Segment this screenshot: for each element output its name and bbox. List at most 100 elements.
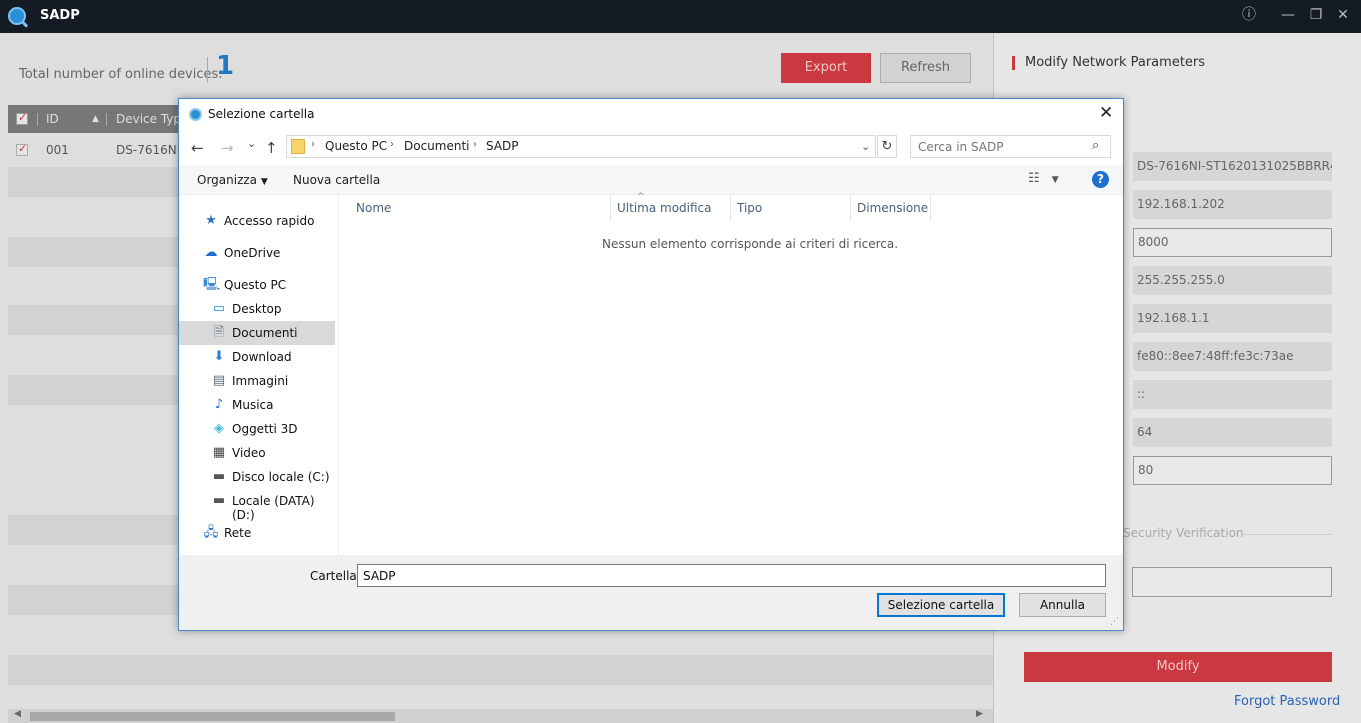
folder-name-input[interactable] xyxy=(357,564,1106,587)
port-field[interactable]: 8000 xyxy=(1133,228,1332,257)
ip-address-field: 192.168.1.202 xyxy=(1133,190,1332,219)
search-input[interactable] xyxy=(911,136,1086,157)
search-icon[interactable]: ⌕ xyxy=(1092,138,1099,153)
sidebar-item-label: Disco locale (C:) xyxy=(232,470,330,484)
cube-icon: ◈ xyxy=(214,421,224,436)
ipv6-prefix-field: 64 xyxy=(1133,418,1332,447)
chevron-down-icon: ▼ xyxy=(260,177,268,187)
close-icon[interactable]: ✕ xyxy=(1334,6,1352,24)
column-divider[interactable] xyxy=(930,195,931,221)
column-divider xyxy=(106,113,107,126)
column-header-device-type[interactable]: Device Typ xyxy=(116,112,181,126)
admin-password-input[interactable] xyxy=(1132,567,1332,597)
sidebar-item-oggetti-3d[interactable]: ◈ Oggetti 3D xyxy=(179,417,335,441)
sidebar-item-label: Rete xyxy=(224,526,252,540)
breadcrumb-documenti[interactable]: Documenti xyxy=(404,139,470,153)
dialog-title-bar: Selezione cartella ✕ xyxy=(179,99,1123,129)
address-bar[interactable]: › Questo PC › Documenti › SADP ⌄ xyxy=(286,135,876,158)
sidebar-item-accesso-rapido[interactable]: ★ Accesso rapido xyxy=(179,209,335,233)
chevron-right-icon[interactable]: › xyxy=(390,139,394,150)
app-title: SADP xyxy=(40,8,80,23)
scroll-left-icon[interactable]: ◀ xyxy=(14,709,21,719)
computer-icon: 🖳 xyxy=(203,277,221,292)
column-header-tipo[interactable]: Tipo xyxy=(737,201,762,215)
row-checkbox[interactable] xyxy=(16,142,28,156)
sidebar-item-label: OneDrive xyxy=(224,246,281,260)
chevron-right-icon[interactable]: › xyxy=(311,139,315,150)
sidebar-item-immagini[interactable]: ▤ Immagini xyxy=(179,369,335,393)
music-icon: ♪ xyxy=(214,397,224,412)
column-header-nome[interactable]: Nome xyxy=(356,201,391,215)
sidebar-item-label: Musica xyxy=(232,398,274,412)
sidebar-item-onedrive[interactable]: ☁ OneDrive xyxy=(179,241,335,265)
folder-label: Cartella: xyxy=(310,569,361,583)
sidebar-item-questo-pc[interactable]: 🖳 Questo PC xyxy=(179,273,335,297)
subnet-mask-field: 255.255.255.0 xyxy=(1133,266,1332,295)
horizontal-scrollbar[interactable]: ◀ ▶ xyxy=(8,709,993,723)
http-port-field[interactable]: 80 xyxy=(1133,456,1332,485)
scroll-right-icon[interactable]: ▶ xyxy=(976,709,983,719)
device-serial-field: DS-7616NI-ST1620131025BBRR43 xyxy=(1133,152,1332,181)
sidebar-item-disco-d[interactable]: ▬ Locale (DATA) (D:) xyxy=(179,489,335,522)
sidebar-item-video[interactable]: ▦ Video xyxy=(179,441,335,465)
divider xyxy=(207,57,208,83)
sort-ascending-icon[interactable]: ▲ xyxy=(92,114,99,124)
back-arrow-icon[interactable]: ← xyxy=(191,139,204,157)
column-header-dimensione[interactable]: Dimensione xyxy=(857,201,928,215)
select-all-checkbox[interactable] xyxy=(16,111,28,125)
ipv6-gateway-field: :: xyxy=(1133,380,1332,409)
modify-button[interactable]: Modify xyxy=(1024,652,1332,682)
refresh-icon[interactable]: ↻ xyxy=(877,135,897,158)
dialog-close-icon[interactable]: ✕ xyxy=(1099,103,1113,123)
new-folder-button[interactable]: Nuova cartella xyxy=(293,173,380,187)
help-icon[interactable]: ? xyxy=(1092,171,1109,188)
sidebar-item-rete[interactable]: 🖧 Rete xyxy=(179,521,335,545)
chevron-right-icon[interactable]: › xyxy=(473,139,477,150)
cancel-button[interactable]: Annulla xyxy=(1019,593,1106,617)
resize-grip-icon[interactable]: ⋰ xyxy=(1110,617,1119,627)
sidebar-item-documenti[interactable]: 🗎 Documenti xyxy=(179,321,335,345)
breadcrumb-sadp[interactable]: SADP xyxy=(486,139,519,153)
document-icon: 🗎 xyxy=(213,325,225,340)
sidebar-item-disco-c[interactable]: ▬ Disco locale (C:) xyxy=(179,465,335,489)
scrollbar-thumb[interactable] xyxy=(30,712,395,721)
app-title-bar: SADP ⓘ — ❐ ✕ xyxy=(0,0,1361,33)
sidebar-item-musica[interactable]: ♪ Musica xyxy=(179,393,335,417)
view-options-icon[interactable]: ☷ ▼ xyxy=(1028,171,1059,186)
panel-title: Modify Network Parameters xyxy=(1012,56,1205,70)
sadp-logo-icon xyxy=(189,108,202,121)
organize-menu[interactable]: Organizza ▼ xyxy=(197,173,268,187)
search-box[interactable]: ⌕ xyxy=(910,135,1111,158)
column-divider[interactable] xyxy=(850,195,851,221)
cloud-icon: ☁ xyxy=(204,245,218,260)
restore-icon[interactable]: ❐ xyxy=(1307,6,1325,24)
recent-locations-icon[interactable]: ⌄ xyxy=(247,137,256,150)
sidebar-item-label: Accesso rapido xyxy=(224,214,315,228)
cell-device-type: DS-7616NI xyxy=(116,143,181,157)
column-header-ultima-modifica[interactable]: Ultima modifica xyxy=(617,201,712,215)
info-icon[interactable]: ⓘ xyxy=(1240,6,1258,24)
star-icon: ★ xyxy=(205,213,217,228)
refresh-button[interactable]: Refresh xyxy=(880,53,971,83)
chevron-down-icon[interactable]: ⌄ xyxy=(861,140,870,153)
sidebar-item-label: Questo PC xyxy=(224,278,287,292)
empty-results-message: Nessun elemento corrisponde ai criteri d… xyxy=(602,237,899,251)
sidebar-item-download[interactable]: ⬇ Download xyxy=(179,345,335,369)
up-arrow-icon[interactable]: ↑ xyxy=(265,139,278,157)
security-verification-label: Security Verification xyxy=(1123,526,1244,540)
export-button[interactable]: Export xyxy=(781,53,871,83)
download-icon: ⬇ xyxy=(213,349,225,364)
ipv6-address-field: fe80::8ee7:48ff:fe3c:73ae xyxy=(1133,342,1332,371)
column-divider[interactable] xyxy=(610,195,611,221)
breadcrumb-questo-pc[interactable]: Questo PC xyxy=(325,139,387,153)
forgot-password-link[interactable]: Forgot Password xyxy=(1234,694,1340,709)
forward-arrow-icon[interactable]: → xyxy=(221,139,234,157)
column-header-id[interactable]: ID xyxy=(46,112,59,126)
video-icon: ▦ xyxy=(212,445,226,460)
sidebar-item-label: Download xyxy=(232,350,292,364)
select-folder-button[interactable]: Selezione cartella xyxy=(877,593,1005,617)
column-divider[interactable] xyxy=(730,195,731,221)
total-devices-label: Total number of online devices: xyxy=(19,67,223,82)
minimize-icon[interactable]: — xyxy=(1279,6,1297,24)
sidebar-item-desktop[interactable]: ▭ Desktop xyxy=(179,297,335,321)
